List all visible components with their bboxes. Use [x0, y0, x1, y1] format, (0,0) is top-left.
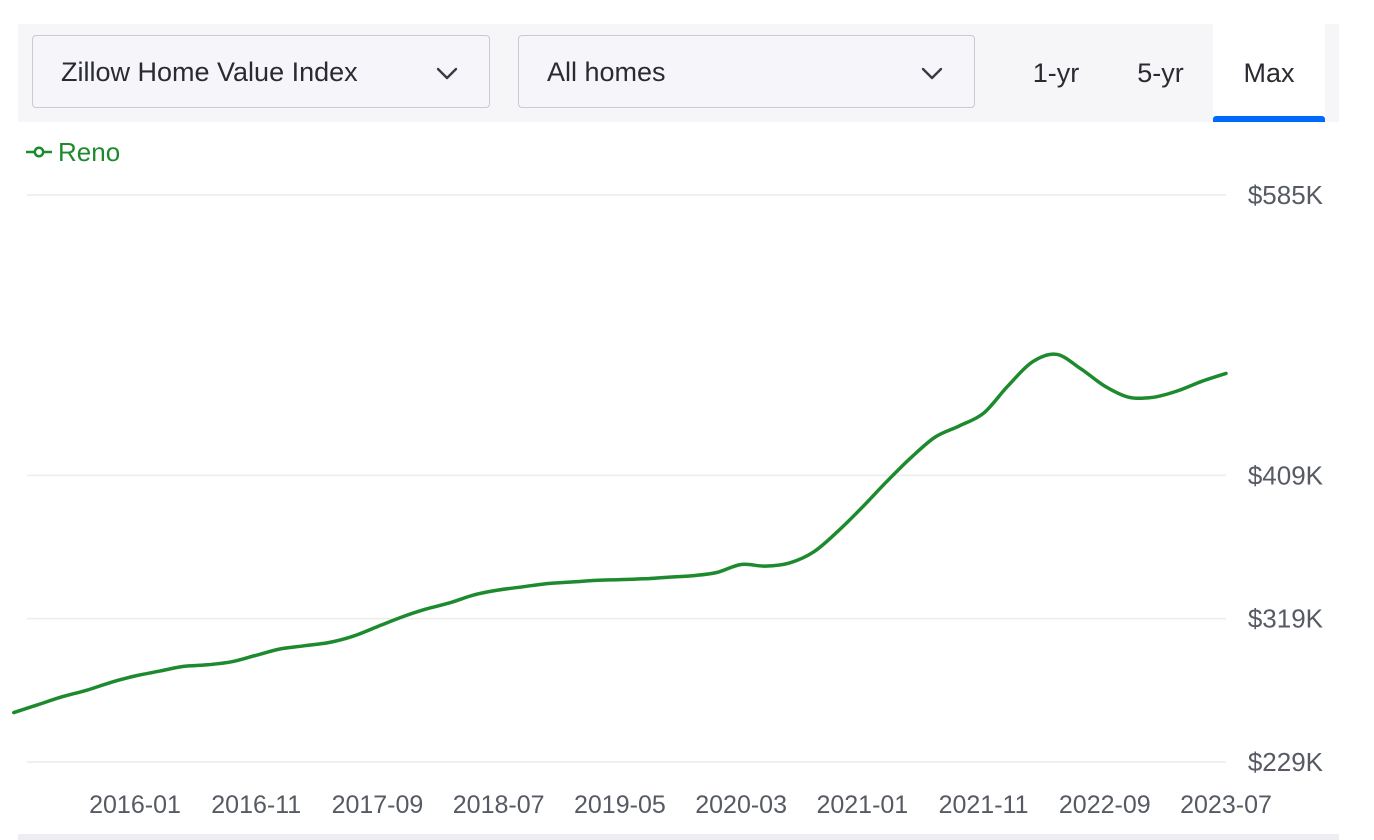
x-tick-label: 2016-11 — [211, 791, 301, 819]
x-tick-label: 2021-01 — [816, 791, 908, 819]
line-chart: $585K $409K $319K $229K 2016-01 2016-11 2017-… — [12, 180, 1324, 819]
x-tick-label: 2017-09 — [332, 791, 424, 819]
y-tick-label: $409K — [1248, 460, 1324, 490]
grid-lines — [27, 194, 1226, 763]
x-tick-label: 2022-09 — [1059, 791, 1151, 819]
bottom-divider — [18, 834, 1339, 840]
x-tick-label: 2016-01 — [89, 791, 181, 819]
x-tick-label: 2023-07 — [1180, 791, 1272, 819]
x-tick-label: 2021-11 — [939, 791, 1029, 819]
x-tick-label: 2020-03 — [695, 791, 787, 819]
y-tick-label: $229K — [1248, 747, 1324, 777]
series-layer — [12, 352, 1228, 715]
series-line-reno — [12, 352, 1228, 715]
y-tick-label: $585K — [1248, 180, 1324, 210]
x-tick-label: 2018-07 — [453, 791, 545, 819]
y-axis-ticks: $585K $409K $319K $229K — [1248, 180, 1324, 777]
x-axis-ticks: 2016-01 2016-11 2017-09 2018-07 2019-05 2020-… — [89, 791, 1272, 819]
x-tick-label: 2019-05 — [574, 791, 666, 819]
y-tick-label: $319K — [1248, 604, 1324, 634]
